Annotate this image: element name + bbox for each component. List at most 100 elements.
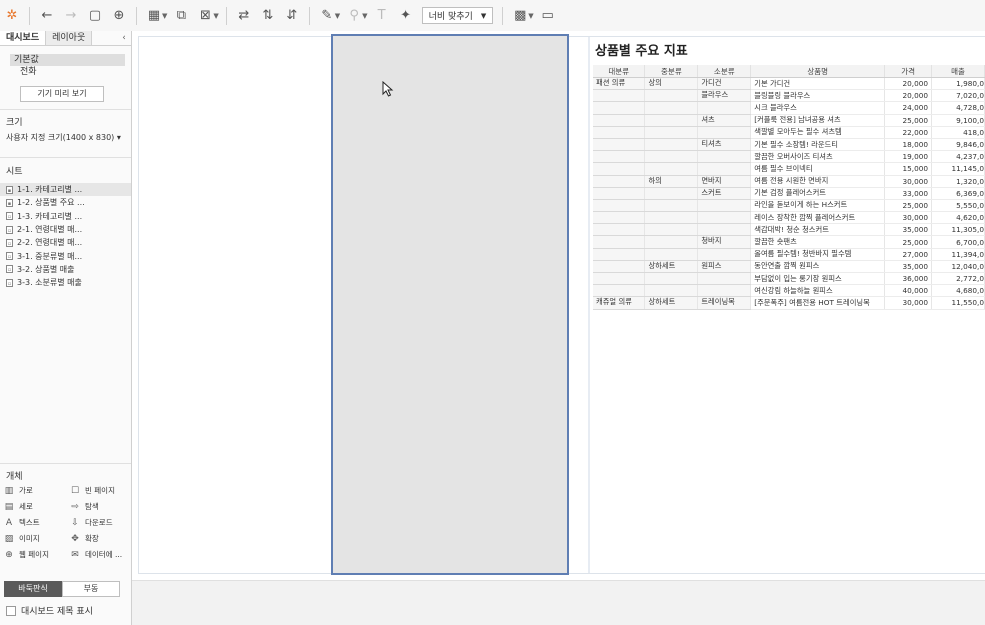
highlight-icon[interactable]: ✎	[318, 7, 336, 25]
table-row[interactable]: 상하세트 원피스 동안연출 깜찍 원피스 35,000 12,040,0	[593, 260, 985, 274]
type-cell[interactable]	[697, 162, 752, 176]
object-vertical[interactable]: ▤ 세로	[4, 500, 70, 513]
sales-cell[interactable]: 9,100,0	[931, 114, 985, 127]
sales-cell[interactable]: 4,237,0	[931, 150, 985, 164]
product-cell[interactable]: 깔끔한 숏팬츠	[750, 235, 886, 249]
price-cell[interactable]: 30,000	[884, 296, 933, 310]
size-select[interactable]: 사용자 지정 크기(1400 x 830) ▾	[6, 132, 121, 143]
sort-asc-icon[interactable]: ⇅	[259, 7, 277, 25]
category-cell[interactable]	[593, 126, 646, 139]
sales-cell[interactable]: 4,728,0	[931, 101, 985, 115]
table-row[interactable]: 색깔별 모아두는 필수 셔츠템 22,000 418,0	[593, 126, 985, 139]
product-cell[interactable]: [주문폭주] 여름전용 HOT 트레이닝복	[750, 296, 886, 310]
category-cell[interactable]	[593, 223, 646, 237]
type-cell[interactable]	[697, 284, 752, 298]
category-cell[interactable]	[593, 162, 646, 176]
table-row[interactable]: 색감대박! 청순 청스커트 35,000 11,305,0	[593, 223, 985, 237]
type-cell[interactable]: 원피스	[697, 260, 752, 274]
type-cell[interactable]	[697, 150, 752, 164]
category-cell[interactable]: 캐쥬얼 의류	[593, 296, 646, 310]
column-header[interactable]: 대분류	[593, 65, 646, 78]
price-cell[interactable]: 35,000	[884, 223, 933, 237]
sales-cell[interactable]: 7,020,0	[931, 89, 985, 103]
product-cell[interactable]: 기본 검정 플레어스커트	[750, 187, 886, 200]
product-cell[interactable]: 깔끔한 오버사이즈 티셔츠	[750, 150, 886, 164]
product-cell[interactable]: 동안연출 깜찍 원피스	[750, 260, 886, 274]
table-row[interactable]: 청바지 깔끔한 숏팬츠 25,000 6,700,0	[593, 235, 985, 249]
label-icon[interactable]: T	[373, 7, 391, 25]
sheet-item[interactable]: ▫ 2-1. 연령대별 매...	[0, 223, 131, 236]
sheet-item[interactable]: ▪ 1-1. 카테고리별 ...	[0, 183, 131, 197]
sales-cell[interactable]: 6,369,0	[931, 187, 985, 200]
table-row[interactable]: 여신강림 하늘하늘 원피스 40,000 4,680,0	[593, 284, 985, 298]
sheet-item[interactable]: ▫ 1-3. 카테고리별 ...	[0, 210, 131, 223]
price-cell[interactable]: 36,000	[884, 272, 933, 286]
subcategory-cell[interactable]	[644, 235, 699, 249]
price-cell[interactable]: 24,000	[884, 101, 933, 115]
product-cell[interactable]: 라인을 돋보이게 하는 H스커트	[750, 199, 886, 213]
subcategory-cell[interactable]	[644, 150, 699, 164]
product-cell[interactable]: [커플룩 전용] 남녀공용 셔츠	[750, 114, 886, 127]
subcategory-cell[interactable]	[644, 187, 699, 200]
swap-icon[interactable]: ⇄	[235, 7, 253, 25]
table-row[interactable]: 부담없이 입는 롱기장 원피스 36,000 2,772,0	[593, 272, 985, 286]
subcategory-cell[interactable]: 상하세트	[644, 296, 699, 310]
drop-placeholder[interactable]	[331, 34, 569, 575]
dashboard-canvas[interactable]: 상품별 주요 지표 대분류 중분류 소분류 상품명 가격 매출 패션 의류 상의 가…	[132, 31, 985, 581]
price-cell[interactable]: 30,000	[884, 175, 933, 188]
device-default[interactable]: 기본값	[10, 54, 125, 66]
sales-cell[interactable]: 1,320,0	[931, 175, 985, 188]
subcategory-cell[interactable]	[644, 223, 699, 237]
price-cell[interactable]: 20,000	[884, 77, 933, 91]
price-cell[interactable]: 15,000	[884, 162, 933, 176]
category-cell[interactable]	[593, 199, 646, 213]
object-web-page[interactable]: ⊕ 웹 페이지	[4, 548, 70, 561]
type-cell[interactable]	[697, 126, 752, 139]
category-cell[interactable]	[593, 248, 646, 261]
table-row[interactable]: 티셔츠 기본 필수 소장템! 라운드티 18,000 9,846,0	[593, 138, 985, 152]
price-cell[interactable]: 25,000	[884, 235, 933, 249]
product-cell[interactable]: 색깔별 모아두는 필수 셔츠템	[750, 126, 886, 139]
subcategory-cell[interactable]	[644, 211, 699, 225]
product-cell[interactable]: 부담없이 입는 롱기장 원피스	[750, 272, 886, 286]
subcategory-cell[interactable]	[644, 101, 699, 115]
sort-desc-icon[interactable]: ⇵	[283, 7, 301, 25]
category-cell[interactable]	[593, 89, 646, 103]
type-cell[interactable]: 스커트	[697, 187, 752, 200]
subcategory-cell[interactable]: 상의	[644, 77, 699, 91]
subcategory-cell[interactable]	[644, 284, 699, 298]
collapse-panel-icon[interactable]: ‹	[117, 31, 131, 45]
price-cell[interactable]: 25,000	[884, 199, 933, 213]
type-cell[interactable]: 트레이닝복	[697, 296, 752, 310]
product-cell[interactable]: 블링블링 블라우스	[750, 89, 886, 103]
sales-cell[interactable]: 2,772,0	[931, 272, 985, 286]
product-cell[interactable]: 여신강림 하늘하늘 원피스	[750, 284, 886, 298]
column-header[interactable]: 매출	[931, 65, 985, 78]
product-cell[interactable]: 기본 가디건	[750, 77, 886, 91]
new-sheet-icon[interactable]: ▦	[145, 7, 163, 25]
price-cell[interactable]: 19,000	[884, 150, 933, 164]
presentation-icon[interactable]: ▭	[539, 7, 557, 25]
product-cell[interactable]: 레이스 장착한 깜찍 플레어스커트	[750, 211, 886, 225]
subcategory-cell[interactable]	[644, 162, 699, 176]
sales-cell[interactable]: 12,040,0	[931, 260, 985, 274]
product-cell[interactable]: 색감대박! 청순 청스커트	[750, 223, 886, 237]
type-cell[interactable]	[697, 272, 752, 286]
tab-dashboard[interactable]: 대시보드	[0, 31, 47, 45]
sales-cell[interactable]: 1,980,0	[931, 77, 985, 91]
price-cell[interactable]: 35,000	[884, 260, 933, 274]
device-phone[interactable]: 전화	[10, 66, 125, 78]
object-horizontal[interactable]: ▥ 가로	[4, 484, 70, 497]
product-metrics-sheet[interactable]: 상품별 주요 지표 대분류 중분류 소분류 상품명 가격 매출 패션 의류 상의 가…	[591, 37, 985, 573]
table-row[interactable]: 블라우스 블링블링 블라우스 20,000 7,020,0	[593, 89, 985, 103]
table-row[interactable]: 스커트 기본 검정 플레어스커트 33,000 6,369,0	[593, 187, 985, 200]
table-row[interactable]: 캐쥬얼 의류 상하세트 트레이닝복 [주문폭주] 여름전용 HOT 트레이닝복 30,0…	[593, 296, 985, 310]
subcategory-cell[interactable]	[644, 126, 699, 139]
sales-cell[interactable]: 11,550,0	[931, 296, 985, 310]
group-icon[interactable]: ⚲	[345, 7, 363, 25]
tableau-logo-icon[interactable]: ✲	[3, 7, 21, 25]
type-cell[interactable]	[697, 223, 752, 237]
price-cell[interactable]: 30,000	[884, 211, 933, 225]
type-cell[interactable]: 면바지	[697, 175, 752, 188]
sheet-item[interactable]: ▫ 3-3. 소분류별 매출	[0, 276, 131, 289]
